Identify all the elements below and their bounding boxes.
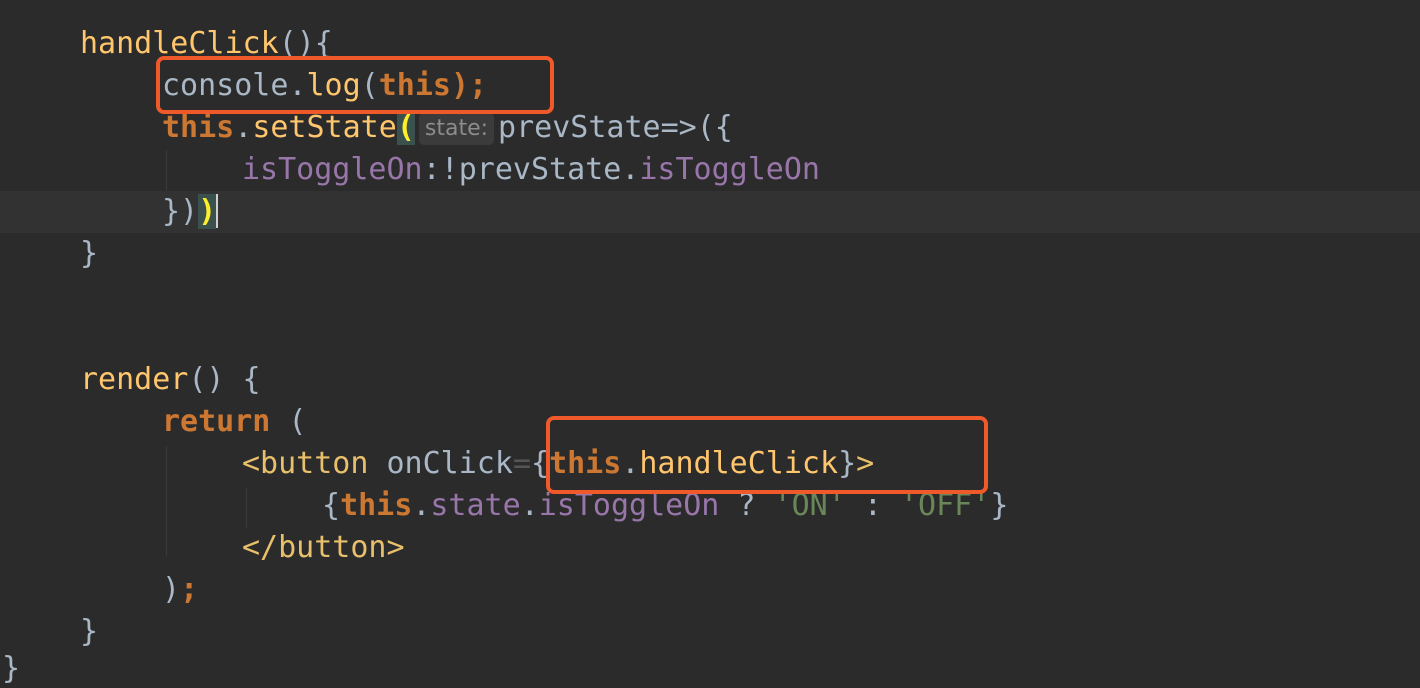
code-editor[interactable]: handleClick(){ console.log(this); this.s…: [0, 0, 1420, 688]
annotation-box-console-log: [156, 56, 554, 114]
text-caret: [216, 194, 219, 228]
parameter-hint: state:: [418, 113, 495, 145]
code-line-6[interactable]: }: [0, 233, 1420, 275]
code-line-4[interactable]: isToggleOn:!prevState.isToggleOn: [0, 149, 1420, 191]
code-line-9[interactable]: render() {: [0, 359, 1420, 401]
code-line-16[interactable]: }: [0, 648, 1420, 688]
code-line-13[interactable]: </button>: [0, 527, 1420, 569]
code-line-14[interactable]: );: [0, 569, 1420, 611]
matched-paren: (: [396, 110, 415, 145]
annotation-box-onclick-handler: [546, 416, 988, 494]
code-line-15[interactable]: }: [0, 611, 1420, 653]
code-line-5-current[interactable]: })): [0, 191, 1420, 233]
matched-paren: ): [198, 194, 217, 229]
